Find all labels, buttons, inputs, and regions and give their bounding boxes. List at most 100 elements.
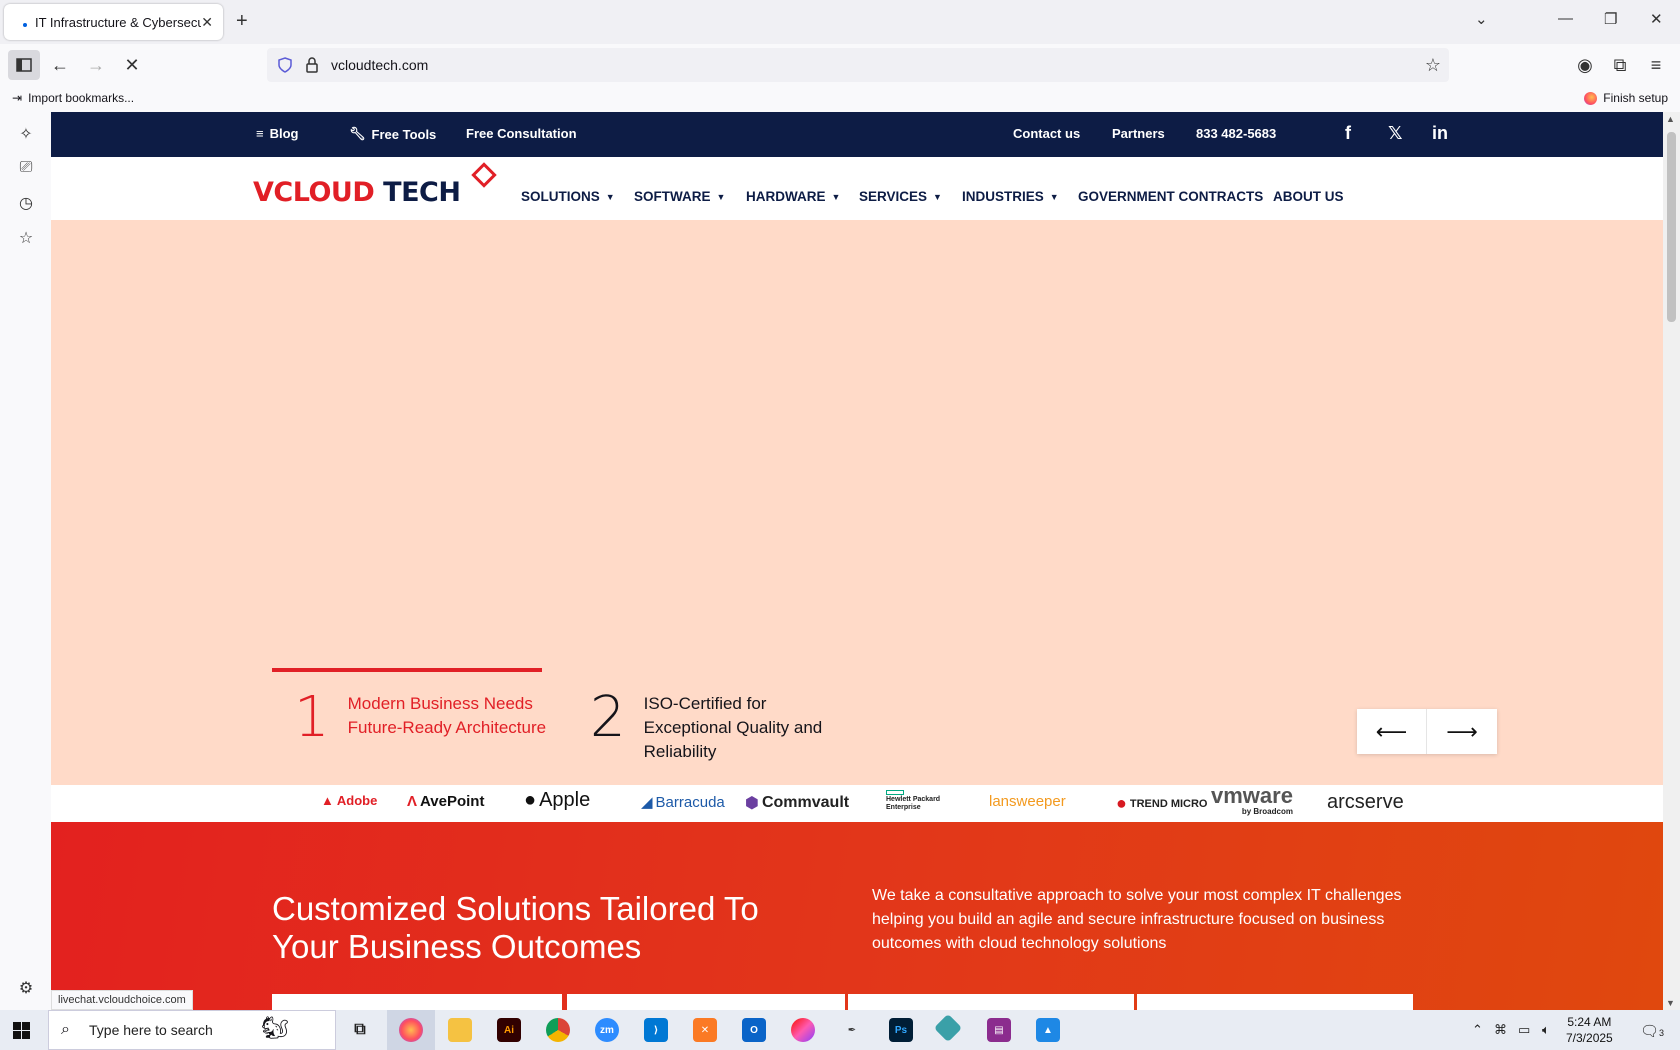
new-tab-button[interactable]: + bbox=[236, 10, 248, 33]
partners-link[interactable]: Partners bbox=[1112, 126, 1165, 141]
notifications-icon[interactable]: 🗨︎3 bbox=[1640, 1022, 1664, 1040]
facebook-icon[interactable]: f bbox=[1345, 123, 1351, 144]
solution-card[interactable] bbox=[272, 994, 562, 1010]
contact-link[interactable]: Contact us bbox=[1013, 126, 1080, 141]
synced-tabs-icon[interactable]: ⎚ bbox=[16, 158, 36, 178]
close-window-button[interactable]: ✕ bbox=[1650, 10, 1663, 28]
brand-avepoint[interactable]: Λ AvePoint bbox=[407, 793, 484, 810]
back-button[interactable]: ← bbox=[44, 50, 76, 80]
blog-link[interactable]: ≡ Blog bbox=[256, 126, 298, 141]
free-tools-link[interactable]: 🔧︎ Free Tools bbox=[349, 126, 436, 142]
illustrator-icon[interactable]: Ai bbox=[497, 1018, 521, 1042]
url-bar[interactable]: vcloudtech.com ☆ bbox=[267, 48, 1449, 82]
list-tabs-icon[interactable]: ⌄ bbox=[1475, 10, 1488, 28]
forward-button[interactable]: → bbox=[80, 50, 112, 80]
menu-industries[interactable]: INDUSTRIES ▼ bbox=[962, 189, 1059, 204]
menu-hardware[interactable]: HARDWARE ▼ bbox=[746, 189, 840, 204]
brand-trend-micro[interactable]: ● TREND MICRO bbox=[1116, 793, 1207, 814]
app-diamond-icon[interactable] bbox=[933, 1013, 963, 1043]
brand-adobe[interactable]: ▲ Adobe bbox=[321, 793, 377, 808]
lock-icon[interactable] bbox=[305, 57, 319, 73]
bookmark-star-icon[interactable]: ☆ bbox=[1425, 55, 1441, 76]
site-logo[interactable]: VCLOUD TECH bbox=[253, 177, 461, 208]
system-clock[interactable]: 5:24 AM 7/3/2025 bbox=[1566, 1014, 1613, 1046]
ai-chatbot-icon[interactable]: ✧ bbox=[16, 124, 36, 144]
brand-hpe[interactable]: Hewlett Packard Enterprise bbox=[886, 790, 948, 812]
close-tab-icon[interactable]: ✕ bbox=[201, 14, 213, 31]
solution-card[interactable] bbox=[848, 994, 1134, 1010]
file-explorer-icon[interactable] bbox=[448, 1018, 472, 1042]
creative-cloud-icon[interactable] bbox=[791, 1018, 815, 1042]
xampp-icon[interactable]: ✕ bbox=[693, 1018, 717, 1042]
brand-apple[interactable]: ● Apple bbox=[524, 789, 590, 812]
outlook-icon[interactable]: O bbox=[742, 1018, 766, 1042]
extensions-icon[interactable]: ⧉ bbox=[1604, 50, 1636, 80]
photoshop-icon[interactable]: Ps bbox=[889, 1018, 913, 1042]
bookmarks-icon[interactable]: ☆ bbox=[16, 228, 36, 248]
slide-tab-2[interactable]: 2 ISO-Certified for Exceptional Quality … bbox=[590, 690, 844, 764]
menu-icon[interactable]: ≡ bbox=[1640, 50, 1672, 80]
phone-link[interactable]: 833 482-5683 bbox=[1196, 126, 1276, 141]
clock-time: 5:24 AM bbox=[1567, 1015, 1612, 1029]
slide-text: Modern Business Needs Future-Ready Archi… bbox=[347, 694, 547, 737]
slide-tab-1[interactable]: 1 Modern Business Needs Future-Ready Arc… bbox=[294, 690, 548, 746]
scroll-up-icon[interactable]: ▲ bbox=[1666, 114, 1675, 124]
zoom-icon[interactable]: zm bbox=[595, 1018, 619, 1042]
url-text: vcloudtech.com bbox=[331, 57, 429, 73]
volume-icon[interactable]: 🔈︎ bbox=[1542, 1022, 1550, 1038]
avepoint-icon: Λ bbox=[407, 793, 418, 810]
x-twitter-icon[interactable]: 𝕏 bbox=[1388, 123, 1403, 144]
brand-barracuda[interactable]: ◢ Barracuda bbox=[641, 793, 725, 812]
linkedin-icon[interactable]: in bbox=[1432, 123, 1448, 144]
caret-down-icon: ▼ bbox=[605, 191, 615, 202]
solution-card[interactable] bbox=[1137, 994, 1413, 1010]
windows-start-icon[interactable] bbox=[13, 1022, 30, 1039]
menu-solutions[interactable]: SOLUTIONS ▼ bbox=[521, 189, 615, 204]
page-scrollbar[interactable]: ▲ ▼ bbox=[1663, 112, 1680, 1010]
menu-software[interactable]: SOFTWARE ▼ bbox=[634, 189, 725, 204]
prev-slide-arrow-icon[interactable]: ⟵ bbox=[1357, 709, 1427, 754]
account-icon[interactable]: ◉ bbox=[1569, 50, 1601, 80]
winrar-icon[interactable]: ▤ bbox=[987, 1018, 1011, 1042]
menu-services[interactable]: SERVICES ▼ bbox=[859, 189, 942, 204]
stop-button[interactable]: ✕ bbox=[116, 50, 148, 80]
logo-cloud: CLOUD bbox=[273, 177, 375, 208]
contact-label: Contact us bbox=[1013, 126, 1081, 141]
browser-tab[interactable]: IT Infrastructure & Cybersecurit ✕ bbox=[4, 4, 223, 40]
pen-tool-icon[interactable]: ✒ bbox=[840, 1018, 864, 1042]
scroll-down-icon[interactable]: ▼ bbox=[1666, 998, 1675, 1008]
sidebar-toggle-button[interactable] bbox=[8, 50, 40, 80]
scrollbar-thumb[interactable] bbox=[1667, 132, 1676, 322]
hero-banner bbox=[51, 220, 1663, 785]
brand-vmware[interactable]: vmware by Broadcom bbox=[1211, 785, 1293, 817]
shield-icon[interactable] bbox=[277, 57, 293, 73]
finish-setup-button[interactable]: Finish setup bbox=[1584, 91, 1668, 105]
history-icon[interactable]: ◷ bbox=[16, 193, 36, 213]
status-bar: livechat.vcloudchoice.com bbox=[51, 990, 193, 1010]
taskbar-search[interactable]: ⌕ Type here to search 🐿︎ bbox=[48, 1010, 336, 1050]
wrench-icon: 🔧︎ bbox=[349, 126, 366, 141]
photos-icon[interactable]: ▲ bbox=[1036, 1018, 1060, 1042]
slide-number: 2 bbox=[590, 685, 626, 750]
chrome-icon[interactable] bbox=[546, 1018, 570, 1042]
vscode-icon[interactable]: ⟩ bbox=[644, 1018, 668, 1042]
next-slide-arrow-icon[interactable]: ⟶ bbox=[1427, 709, 1497, 754]
free-consultation-link[interactable]: Free Consultation bbox=[466, 126, 577, 141]
import-bookmarks-link[interactable]: ⇥ Import bookmarks... bbox=[12, 91, 134, 105]
caret-down-icon: ▼ bbox=[831, 191, 841, 202]
import-icon: ⇥ bbox=[12, 91, 23, 105]
tray-app-icon[interactable]: ⌘ bbox=[1494, 1022, 1507, 1038]
solution-card[interactable] bbox=[567, 994, 845, 1010]
firefox-taskbar-icon[interactable] bbox=[399, 1018, 423, 1042]
brand-commvault[interactable]: ⬢ Commvault bbox=[745, 793, 849, 813]
brand-lansweeper[interactable]: lansweeper bbox=[989, 793, 1066, 810]
minimize-button[interactable]: — bbox=[1558, 10, 1573, 27]
menu-government-contracts[interactable]: GOVERNMENT CONTRACTS bbox=[1078, 189, 1263, 204]
network-icon[interactable]: ▭ bbox=[1518, 1022, 1530, 1038]
settings-gear-icon[interactable]: ⚙ bbox=[16, 978, 36, 998]
tray-chevron-icon[interactable]: ⌃ bbox=[1472, 1022, 1483, 1038]
restore-button[interactable]: ❐ bbox=[1604, 10, 1617, 28]
brand-arcserve[interactable]: arcserve bbox=[1327, 791, 1404, 814]
task-view-icon[interactable]: ⧉ bbox=[348, 1018, 372, 1042]
menu-about-us[interactable]: ABOUT US bbox=[1273, 189, 1344, 204]
